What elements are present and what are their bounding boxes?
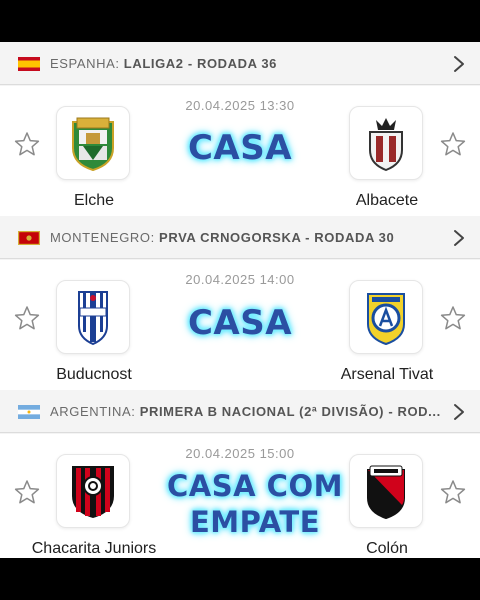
match-row[interactable]: 20.04.2025 15:00 Chacarita Juniors Colón [0, 434, 480, 558]
chevron-right-icon[interactable] [452, 403, 466, 421]
chevron-right-icon[interactable] [452, 229, 466, 247]
league-country: ESPANHA: [50, 56, 120, 71]
home-team-name[interactable]: Elche [0, 192, 194, 210]
league-header-argentina[interactable]: ARGENTINA: PRIMERA B NACIONAL (2ª DIVISÃ… [0, 390, 480, 433]
league-competition: PRVA CRNOGORSKA - RODADA 30 [159, 230, 395, 245]
overlay-caption: CASA [187, 303, 293, 343]
league-competition: PRIMERA B NACIONAL (2ª DIVISÃO) - ROD... [139, 404, 441, 419]
league-country: MONTENEGRO: [50, 230, 155, 245]
away-team-logo[interactable] [349, 280, 423, 354]
home-team-name[interactable]: Buducnost [0, 366, 194, 384]
league-header-montenegro[interactable]: MONTENEGRO: PRVA CRNOGORSKA - RODADA 30 [0, 216, 480, 259]
elche-crest-icon [72, 117, 114, 172]
league-title: MONTENEGRO: PRVA CRNOGORSKA - RODADA 30 [50, 216, 394, 259]
montenegro-flag-icon [18, 231, 40, 245]
overlay-caption: CASA [187, 128, 293, 168]
match-row[interactable]: 20.04.2025 13:30 Elche Albacete CASA [0, 86, 480, 216]
league-competition: LALIGA2 - RODADA 36 [123, 56, 278, 71]
away-team-name[interactable]: Albacete [287, 192, 480, 210]
favorite-star-icon[interactable] [440, 131, 466, 157]
argentina-flag-icon [18, 405, 40, 419]
league-country: ARGENTINA: [50, 404, 136, 419]
overlay-caption-line: EMPATE [189, 505, 321, 539]
favorite-star-icon[interactable] [14, 479, 40, 505]
home-team-logo[interactable] [56, 106, 130, 180]
away-team-logo[interactable] [349, 454, 423, 528]
favorite-star-icon[interactable] [440, 479, 466, 505]
arsenal-tivat-crest-icon [367, 293, 405, 346]
favorite-star-icon[interactable] [14, 305, 40, 331]
league-title: ESPANHA: LALIGA2 - RODADA 36 [50, 42, 277, 85]
spain-flag-icon [18, 57, 40, 71]
away-team-logo[interactable] [349, 106, 423, 180]
league-title: ARGENTINA: PRIMERA B NACIONAL (2ª DIVISÃ… [50, 390, 441, 433]
home-team-logo[interactable] [56, 280, 130, 354]
favorite-star-icon[interactable] [14, 131, 40, 157]
match-row[interactable]: 20.04.2025 14:00 Buducnost Arsenal Tivat [0, 260, 480, 390]
favorite-star-icon[interactable] [440, 305, 466, 331]
league-header-spain[interactable]: ESPANHA: LALIGA2 - RODADA 36 [0, 42, 480, 85]
chacarita-crest-icon [72, 466, 114, 518]
home-team-name[interactable]: Chacarita Juniors [0, 540, 194, 558]
overlay-caption-line: CASA COM [167, 469, 343, 503]
match-list: ESPANHA: LALIGA2 - RODADA 36 20.04.2025 … [0, 42, 480, 558]
albacete-crest-icon [369, 118, 403, 172]
chevron-right-icon[interactable] [452, 55, 466, 73]
colon-crest-icon [367, 465, 405, 520]
overlay-caption: CASA COM EMPATE [150, 468, 360, 540]
home-team-logo[interactable] [56, 454, 130, 528]
away-team-name[interactable]: Colón [287, 540, 480, 558]
away-team-name[interactable]: Arsenal Tivat [287, 366, 480, 384]
buducnost-crest-icon [78, 291, 108, 346]
